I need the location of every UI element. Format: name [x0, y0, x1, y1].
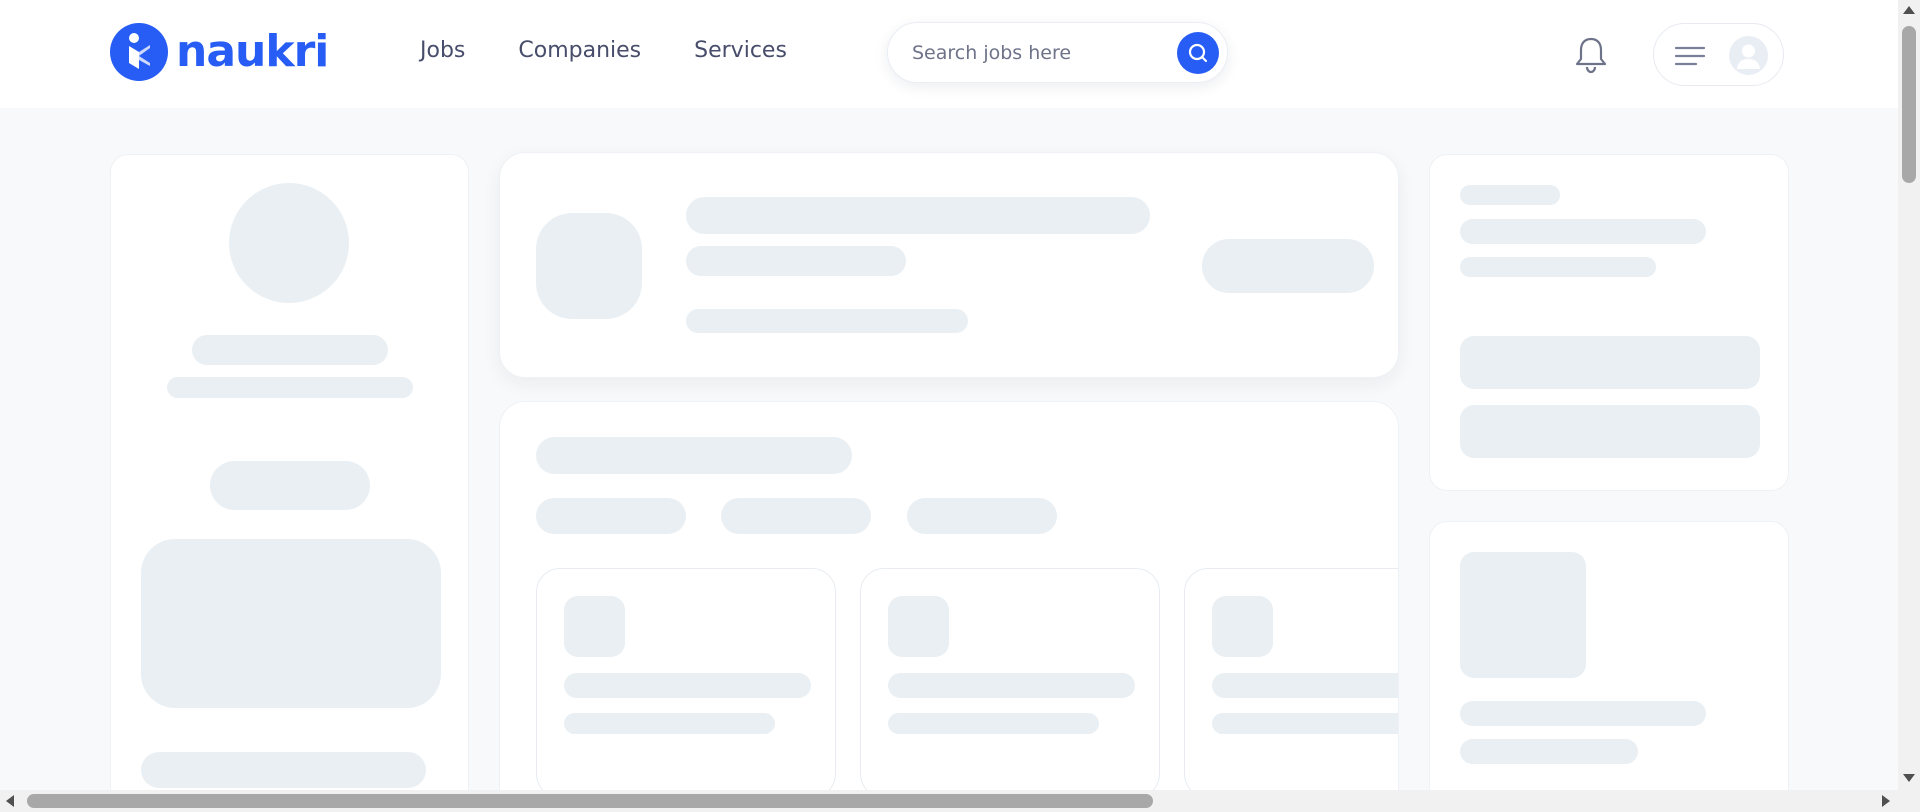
- skeleton-logo: [564, 596, 625, 657]
- skeleton-line: [1460, 185, 1560, 205]
- nav-services[interactable]: Services: [694, 38, 787, 63]
- skeleton-line: [167, 377, 413, 398]
- job-card-skeleton: [536, 568, 836, 790]
- nav-companies[interactable]: Companies: [518, 38, 641, 63]
- skeleton-line: [686, 246, 906, 276]
- skeleton-line: [1212, 713, 1398, 734]
- naukri-logo-icon: [110, 23, 168, 81]
- recommendations-card-skeleton: [499, 401, 1399, 790]
- skeleton-logo: [536, 213, 642, 319]
- search-button[interactable]: [1177, 32, 1219, 74]
- skeleton-line: [888, 673, 1135, 698]
- skeleton-logo: [888, 596, 949, 657]
- skeleton-line: [1460, 739, 1638, 764]
- skeleton-block: [141, 539, 441, 708]
- skeleton-line: [141, 752, 426, 788]
- skeleton-line: [1460, 219, 1706, 244]
- search-bar: [887, 22, 1228, 83]
- nav-jobs[interactable]: Jobs: [420, 38, 465, 63]
- skeleton-title: [536, 437, 852, 474]
- top-header: naukri Jobs Companies Services: [0, 0, 1898, 108]
- skeleton-block: [1460, 336, 1760, 389]
- skeleton-line: [1460, 257, 1656, 277]
- skeleton-line: [686, 309, 968, 333]
- skeleton-tab: [721, 498, 871, 534]
- main-nav: Jobs Companies Services: [420, 38, 787, 63]
- skeleton-tab: [907, 498, 1057, 534]
- scroll-left-arrow-icon[interactable]: [6, 795, 14, 807]
- scroll-up-arrow-icon[interactable]: [1903, 6, 1915, 14]
- scroll-down-arrow-icon[interactable]: [1903, 774, 1915, 782]
- skeleton-line: [564, 713, 775, 734]
- horizontal-scroll-thumb[interactable]: [27, 794, 1153, 808]
- profile-card-skeleton: [110, 154, 469, 790]
- bell-icon: [1575, 37, 1607, 74]
- skeleton-logo: [1212, 596, 1273, 657]
- skeleton-line: [564, 673, 811, 698]
- brand-name: naukri: [176, 26, 329, 77]
- skeleton-line: [192, 335, 388, 365]
- job-card-skeleton: [860, 568, 1160, 790]
- scroll-right-arrow-icon[interactable]: [1882, 795, 1890, 807]
- skeleton-line: [888, 713, 1099, 734]
- dashboard-content: [0, 108, 1898, 790]
- vertical-scrollbar[interactable]: [1898, 0, 1920, 790]
- hamburger-menu-icon: [1674, 46, 1706, 66]
- skeleton-tab: [536, 498, 686, 534]
- side-card-skeleton: [1429, 521, 1789, 790]
- search-icon: [1188, 43, 1208, 63]
- skeleton-avatar: [229, 183, 349, 303]
- skeleton-line: [686, 197, 1150, 234]
- skeleton-button: [1202, 239, 1374, 293]
- profile-menu-button[interactable]: [1653, 23, 1784, 86]
- naukri-logo[interactable]: naukri: [110, 23, 329, 81]
- notifications-button[interactable]: [1572, 35, 1610, 80]
- skeleton-line: [1460, 701, 1706, 726]
- skeleton-line: [1212, 673, 1398, 698]
- header-card-skeleton: [499, 152, 1399, 378]
- vertical-scroll-thumb[interactable]: [1902, 26, 1916, 183]
- horizontal-scrollbar[interactable]: [0, 790, 1898, 812]
- skeleton-button: [210, 461, 370, 510]
- scrollbar-corner: [1898, 790, 1920, 812]
- search-input[interactable]: [912, 37, 1172, 69]
- skeleton-image: [1460, 552, 1586, 678]
- job-card-skeleton: [1184, 568, 1398, 790]
- skeleton-block: [1460, 405, 1760, 458]
- user-avatar-icon: [1729, 36, 1768, 75]
- side-card-skeleton: [1429, 154, 1789, 491]
